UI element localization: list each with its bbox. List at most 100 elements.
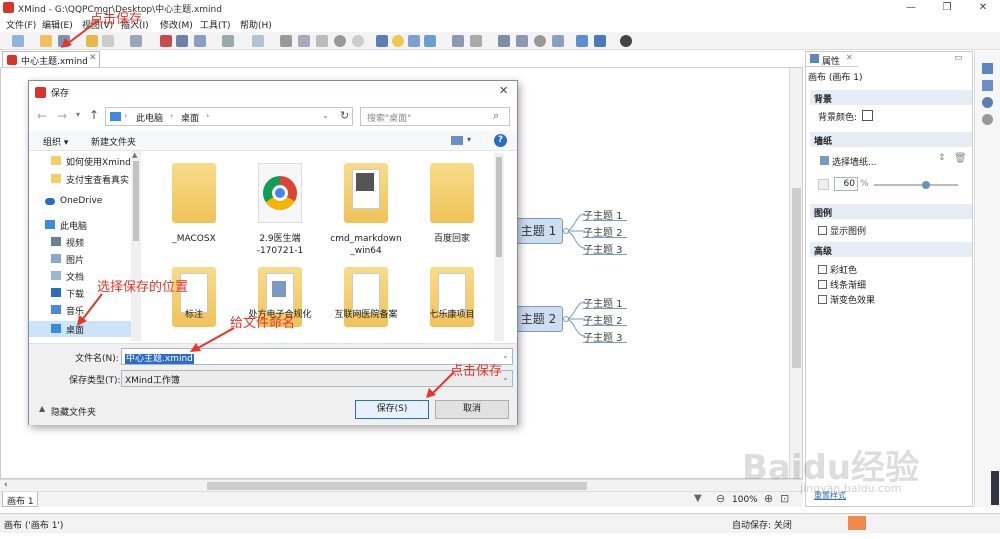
nav-item[interactable]: 此电脑 [29, 217, 141, 233]
file-item[interactable]: 百度回家 [416, 159, 488, 257]
opacity-slider[interactable] [874, 181, 958, 189]
spreadsheet-icon[interactable] [408, 35, 420, 47]
dialog-close-icon[interactable]: ✕ [499, 84, 508, 97]
nav-scrollbar[interactable]: ▲ [131, 151, 141, 341]
menu-file[interactable]: 文件(F) [6, 18, 36, 31]
scroll-up-icon[interactable]: ▲ [132, 151, 137, 159]
filename-dropdown-icon[interactable]: ⌄ [502, 351, 509, 360]
layout-icon[interactable] [498, 35, 510, 47]
breadcrumb-desktop[interactable]: 桌面 [181, 111, 199, 124]
file-item[interactable]: 2.9医生端 -170721-1 [244, 159, 316, 257]
opacity-slider-thumb[interactable] [922, 181, 930, 189]
grid-icon[interactable] [516, 35, 528, 47]
nav-scroll-thumb[interactable] [133, 161, 139, 241]
cancel-button[interactable]: 取消 [435, 400, 509, 419]
autosave-status[interactable]: 自动保存: 关闭 [732, 518, 792, 531]
opacity-field[interactable]: 60 [834, 177, 858, 191]
theme-icon[interactable] [352, 35, 364, 47]
back-icon[interactable]: ← [37, 109, 47, 123]
hide-folders-link[interactable]: 隐藏文件夹 [51, 405, 96, 418]
address-bar[interactable]: › 此电脑 › 桌面 › ⌄ [105, 107, 353, 126]
up-icon[interactable]: ↑ [89, 108, 99, 122]
organize-button[interactable]: 组织 ▾ [43, 135, 68, 148]
nav-item[interactable]: 图片 [29, 251, 141, 267]
image-icon[interactable] [252, 35, 264, 47]
advanced-section[interactable]: 高级 [810, 242, 972, 257]
view-dropdown-icon[interactable]: ▾ [467, 135, 471, 144]
overview-icon[interactable] [982, 97, 993, 108]
rainbow-checkbox[interactable] [818, 265, 827, 274]
filter-icon[interactable]: ▼ [694, 493, 702, 504]
search-icon[interactable]: ⌕ [493, 109, 499, 123]
properties-close-icon[interactable]: ✕ [846, 53, 853, 62]
subtopic-1-2[interactable]: 子主题 2 [583, 224, 627, 239]
opacity-toggle[interactable] [818, 179, 829, 190]
nav-item[interactable]: 支付宝查看真实 [29, 171, 141, 187]
subtopic-2-3[interactable]: 子主题 3 [583, 329, 627, 344]
show-legend-checkbox[interactable] [818, 226, 827, 235]
new-icon[interactable] [12, 35, 24, 47]
refresh-icon[interactable]: ↻ [340, 109, 349, 122]
save-button[interactable]: 保存(S) [355, 400, 429, 419]
panel-minimize-icon[interactable]: ▭ [954, 53, 963, 63]
minimize-button[interactable]: — [900, 1, 922, 15]
sheet-tab[interactable]: 画布 1 [2, 492, 38, 507]
note-icon[interactable] [298, 35, 310, 47]
pencil-icon[interactable] [280, 35, 292, 47]
close-button[interactable]: ✕ [972, 1, 994, 15]
topic-2[interactable]: 主题 2 [515, 306, 563, 332]
horizontal-scrollbar[interactable]: ‹ [0, 479, 803, 491]
outline-icon[interactable] [376, 35, 388, 47]
view-options-icon[interactable] [451, 136, 463, 145]
legend-section[interactable]: 图例 [810, 204, 972, 219]
filter-icon[interactable] [452, 35, 464, 47]
open-icon[interactable] [40, 35, 52, 47]
filetype-dropdown-icon[interactable]: ⌄ [502, 373, 509, 382]
file-item[interactable]: 互联网医院备案 [330, 263, 402, 341]
nav-item[interactable]: 如何使用Xmind [29, 153, 141, 169]
subtopic-2-1[interactable]: 子主题 1 [583, 295, 627, 310]
file-item[interactable]: cmd_markdown _win64 [330, 159, 402, 257]
close-tab-icon[interactable]: ✕ [89, 53, 97, 63]
topic-icon[interactable] [130, 35, 142, 47]
outline-view-icon[interactable] [982, 80, 993, 91]
properties-tab[interactable]: 属性 ✕ [806, 52, 858, 67]
new-folder-button[interactable]: 新建文件夹 [91, 135, 136, 148]
trash-icon[interactable]: 🗑 [954, 153, 967, 164]
vertical-scroll-thumb[interactable] [792, 188, 801, 368]
relationship-icon[interactable] [194, 35, 206, 47]
floating-icon[interactable] [176, 35, 188, 47]
file-item[interactable]: 七乐康项目 [416, 263, 488, 341]
topic-1[interactable]: 主题 1 [515, 218, 563, 244]
background-section[interactable]: 背景 [810, 90, 972, 105]
gradient-checkbox[interactable] [818, 295, 827, 304]
menu-tools[interactable]: 工具(T) [200, 18, 231, 31]
editor-tab[interactable]: 中心主题.xmind ✕ [2, 51, 100, 67]
menu-modify[interactable]: 修改(M) [160, 18, 193, 31]
subtopic-1-3[interactable]: 子主题 3 [583, 241, 627, 256]
breadcrumb-this-pc[interactable]: 此电脑 [136, 111, 163, 124]
share-icon[interactable] [576, 35, 588, 47]
files-scrollbar[interactable] [494, 153, 504, 341]
search-input[interactable]: 搜索"桌面" ⌕ [360, 107, 510, 126]
taper-lines-checkbox[interactable] [818, 280, 827, 289]
history-icon[interactable] [982, 114, 993, 125]
zoom-in-icon[interactable]: ⊕ [764, 492, 773, 505]
background-color-swatch[interactable] [862, 110, 873, 121]
subtopic-2-2[interactable]: 子主题 2 [583, 312, 627, 327]
subtopic-1-1[interactable]: 子主题 1 [583, 207, 627, 222]
idea-icon[interactable] [392, 35, 404, 47]
wallpaper-select[interactable]: 选择墙纸... [832, 155, 877, 168]
help-icon[interactable]: ? [494, 134, 507, 147]
user-avatar[interactable] [848, 516, 866, 530]
recent-dropdown-icon[interactable]: ▾ [76, 110, 80, 119]
files-scroll-thumb[interactable] [496, 157, 502, 257]
gear-icon[interactable] [620, 35, 632, 47]
nav-item[interactable]: 视频 [29, 234, 141, 250]
gantt-icon[interactable] [424, 35, 436, 47]
fit-icon[interactable]: ⊡ [780, 492, 789, 505]
scroll-left-icon[interactable]: ‹ [4, 480, 8, 490]
properties-view-icon[interactable] [982, 63, 993, 74]
brush-icon[interactable] [470, 35, 482, 47]
vertical-scrollbar[interactable] [789, 68, 802, 478]
